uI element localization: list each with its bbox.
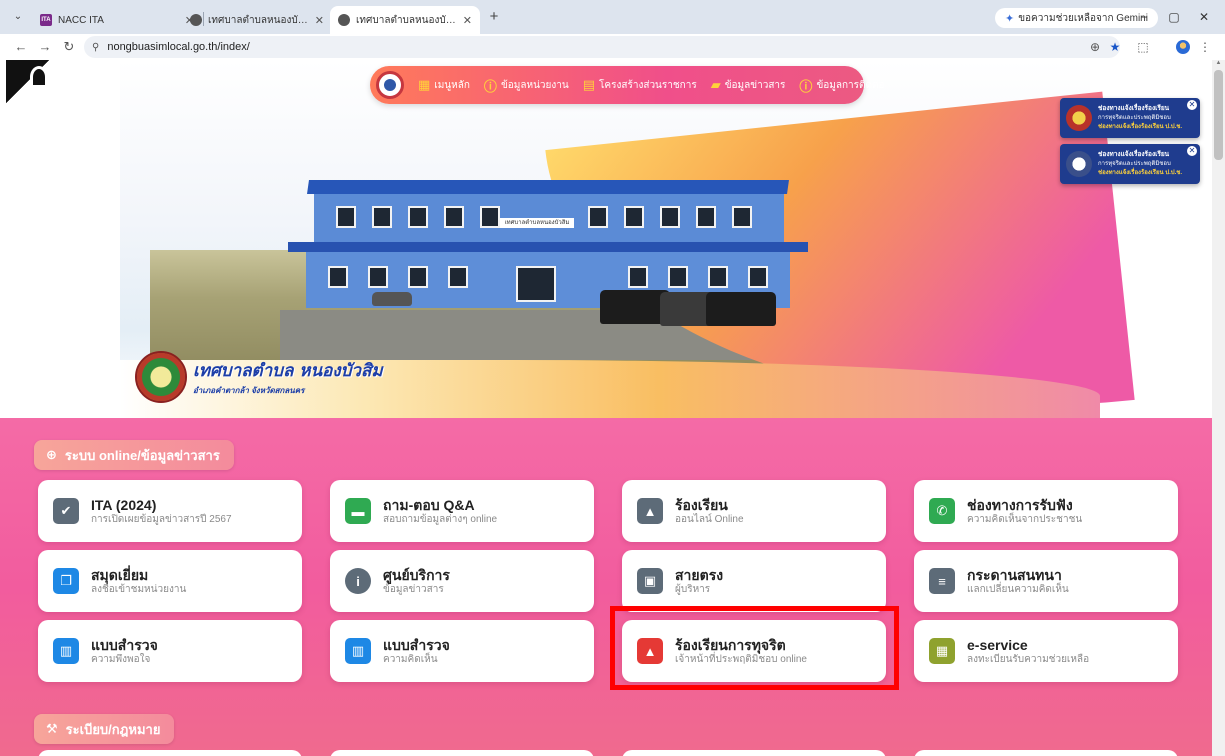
zoom-icon[interactable]: ⊕ [1086,39,1104,55]
card-direct-line[interactable]: ▣ สายตรง ผู้บริหาร [622,550,886,612]
site-info-icon[interactable]: ⚲ [92,42,99,53]
page-viewport: เทศบาลตำบลหนองบัวสิม ▦ เมนูหลัก ⓘ ข้อมูล [0,60,1225,756]
chat-icon: ▬ [345,498,371,524]
building-sign: เทศบาลตำบลหนองบัวสิม [500,218,574,228]
pacc-seal-icon [1066,151,1092,177]
nav-agency-info[interactable]: ⓘ ข้อมูลหน่วยงาน [484,76,569,95]
bar-chart-icon: ▥ [53,638,79,664]
browser-toolbar: ← → ↻ ⚲ nongbuasimlocal.go.th/index/ ⊕ ★… [0,34,1225,60]
profile-avatar[interactable] [1176,40,1190,54]
hero-banner: เทศบาลตำบลหนองบัวสิม ▦ เมนูหลัก ⓘ ข้อมูล [0,60,1225,459]
gemini-label: ขอความช่วยเหลือจาก Gemini [1018,12,1148,24]
gavel-icon: ⚒ [46,721,58,736]
card-peek [622,750,886,756]
card-feedback-channel[interactable]: ✆ ช่องทางการรับฟัง ความคิดเห็นจากประชาชน [914,480,1178,542]
maximize-button[interactable]: ▢ [1163,8,1185,26]
gemini-sparkle-icon: ✦ [1005,12,1015,25]
card-e-service[interactable]: ▦ e-service ลงทะเบียนรับความช่วยเหลือ [914,620,1178,682]
car-image [372,292,412,306]
info-icon: i [345,568,371,594]
card-ita-2024[interactable]: ✔ ITA (2024) การเปิดเผยข้อมูลข่าวสารปี 25… [38,480,302,542]
message-icon: ≡ [929,568,955,594]
apps-icon: ▦ [929,638,955,664]
book-icon: ❐ [53,568,79,594]
tab-search-button[interactable]: ⌄ [10,9,26,25]
complaint-popup-2[interactable]: ช่องทางแจ้งเรื่องร้องเรียน การทุจริตและป… [1060,144,1200,184]
extensions-icon[interactable]: ⬚ [1134,39,1152,55]
calendar-icon: ▤ [582,77,596,92]
bar-chart-icon: ▥ [345,638,371,664]
card-survey-opinion[interactable]: ▥ แบบสำรวจ ความคิดเห็น [330,620,594,682]
card-service-center[interactable]: i ศูนย์บริการ ข้อมูลข่าวสาร [330,550,594,612]
nav-contact[interactable]: ⓘ ข้อมูลการติดต่อ [799,76,884,95]
reload-button[interactable]: ↻ [60,38,78,56]
section-header-online: ⊕ ระบบ online/ข้อมูลข่าวสาร [34,440,234,470]
section-header-regulations: ⚒ ระเบียบ/กฎหมาย [34,714,175,744]
forward-button[interactable]: → [36,38,54,56]
card-guestbook[interactable]: ❐ สมุดเยี่ยม ลงชื่อเข้าชมหน่วยงาน [38,550,302,612]
nav-org-structure[interactable]: ▤ โครงสร้างส่วนราชการ [583,77,697,93]
scrollbar-thumb[interactable] [1214,70,1223,160]
highlight-box [610,606,899,690]
warning-icon: ▲ [637,498,663,524]
nav-news[interactable]: ▰ ข้อมูลข่าวสาร [711,77,786,93]
nav-main-menu[interactable]: ▦ เมนูหลัก [418,77,470,93]
globe-icon: ⊕ [46,447,57,462]
card-qa[interactable]: ▬ ถาม-ตอบ Q&A สอบถามข้อมูลต่างๆ online [330,480,594,542]
site-logo-icon [338,14,350,26]
site-logo-icon[interactable] [376,71,404,99]
tab-title: เทศบาลตำบลหนองบัวสิม อำเภอคำตากล้า [208,14,309,26]
card-webboard[interactable]: ≡ กระดานสนทนา แลกเปลี่ยนความคิดเห็น [914,550,1178,612]
page-scrollbar[interactable] [1212,60,1225,756]
main-nav-bar: ▦ เมนูหลัก ⓘ ข้อมูลหน่วยงาน ▤ โครงสร้างส… [370,66,885,104]
grid-icon: ▦ [418,77,431,92]
tab-site-2-active[interactable]: เทศบาลตำบลหนองบัวสิม อำเภอคำตากล้า ✕ [330,6,480,34]
info-icon: ⓘ [799,78,813,94]
card-peek [914,750,1178,756]
phone-icon: ✆ [929,498,955,524]
minimize-button[interactable]: − [1133,8,1155,26]
site-logo-icon [190,14,202,26]
close-window-button[interactable]: ✕ [1193,8,1215,26]
address-bar[interactable]: ⚲ nongbuasimlocal.go.th/index/ [84,36,1120,58]
nacc-logo-icon: ITA [40,14,52,26]
gear-check-icon: ✔ [53,498,79,524]
complaint-popup-1[interactable]: ช่องทางแจ้งเรื่องร้องเรียน การทุจริตและป… [1060,98,1200,138]
nacc-seal-icon [1066,105,1092,131]
close-icon[interactable]: ✕ [1187,100,1197,110]
tab-site-1[interactable]: เทศบาลตำบลหนองบัวสิม อำเภอคำตากล้า ✕ [182,6,332,34]
mourning-ribbon-icon [6,60,60,114]
card-complaint[interactable]: ▲ ร้องเรียน ออนไลน์ Online [622,480,886,542]
close-tab-icon[interactable]: ✕ [315,14,324,27]
contact-card-icon: ▣ [637,568,663,594]
card-peek [330,750,594,756]
bookmark-star-icon[interactable]: ★ [1106,39,1124,55]
menu-kebab-icon[interactable]: ⋮ [1196,39,1214,55]
info-icon: ⓘ [483,78,497,94]
card-peek [38,750,302,756]
municipality-brand: เทศบาลตำบล หนองบัวสิม อำเภอคำตากล้า จังห… [135,351,383,403]
back-button[interactable]: ← [12,38,30,56]
close-tab-icon[interactable]: ✕ [463,14,472,27]
tab-title: เทศบาลตำบลหนองบัวสิม อำเภอคำตากล้า [356,14,457,26]
new-tab-button[interactable]: + [484,7,504,27]
tab-title: NACC ITA [58,14,104,26]
tab-nacc-ita[interactable]: ITA NACC ITA ✕ [32,6,202,34]
card-survey-satisfaction[interactable]: ▥ แบบสำรวจ ความพึงพอใจ [38,620,302,682]
url-text: nongbuasimlocal.go.th/index/ [107,41,250,53]
chat-icon: ▰ [710,77,721,92]
close-icon[interactable]: ✕ [1187,146,1197,156]
online-services-section: ⊕ ระบบ online/ข้อมูลข่าวสาร ✔ ITA (2024)… [0,418,1212,756]
brand-title: เทศบาลตำบล หนองบัวสิม [193,361,383,381]
pickup-truck-image [706,292,776,326]
scroll-up-arrow-icon[interactable]: ▲ [1214,60,1223,70]
brand-subtitle: อำเภอคำตากล้า จังหวัดสกลนคร [193,386,305,395]
browser-tab-bar: ⌄ ITA NACC ITA ✕ เทศบาลตำบลหนองบัวสิม อำ… [0,0,1225,34]
municipality-seal-icon [135,351,187,403]
